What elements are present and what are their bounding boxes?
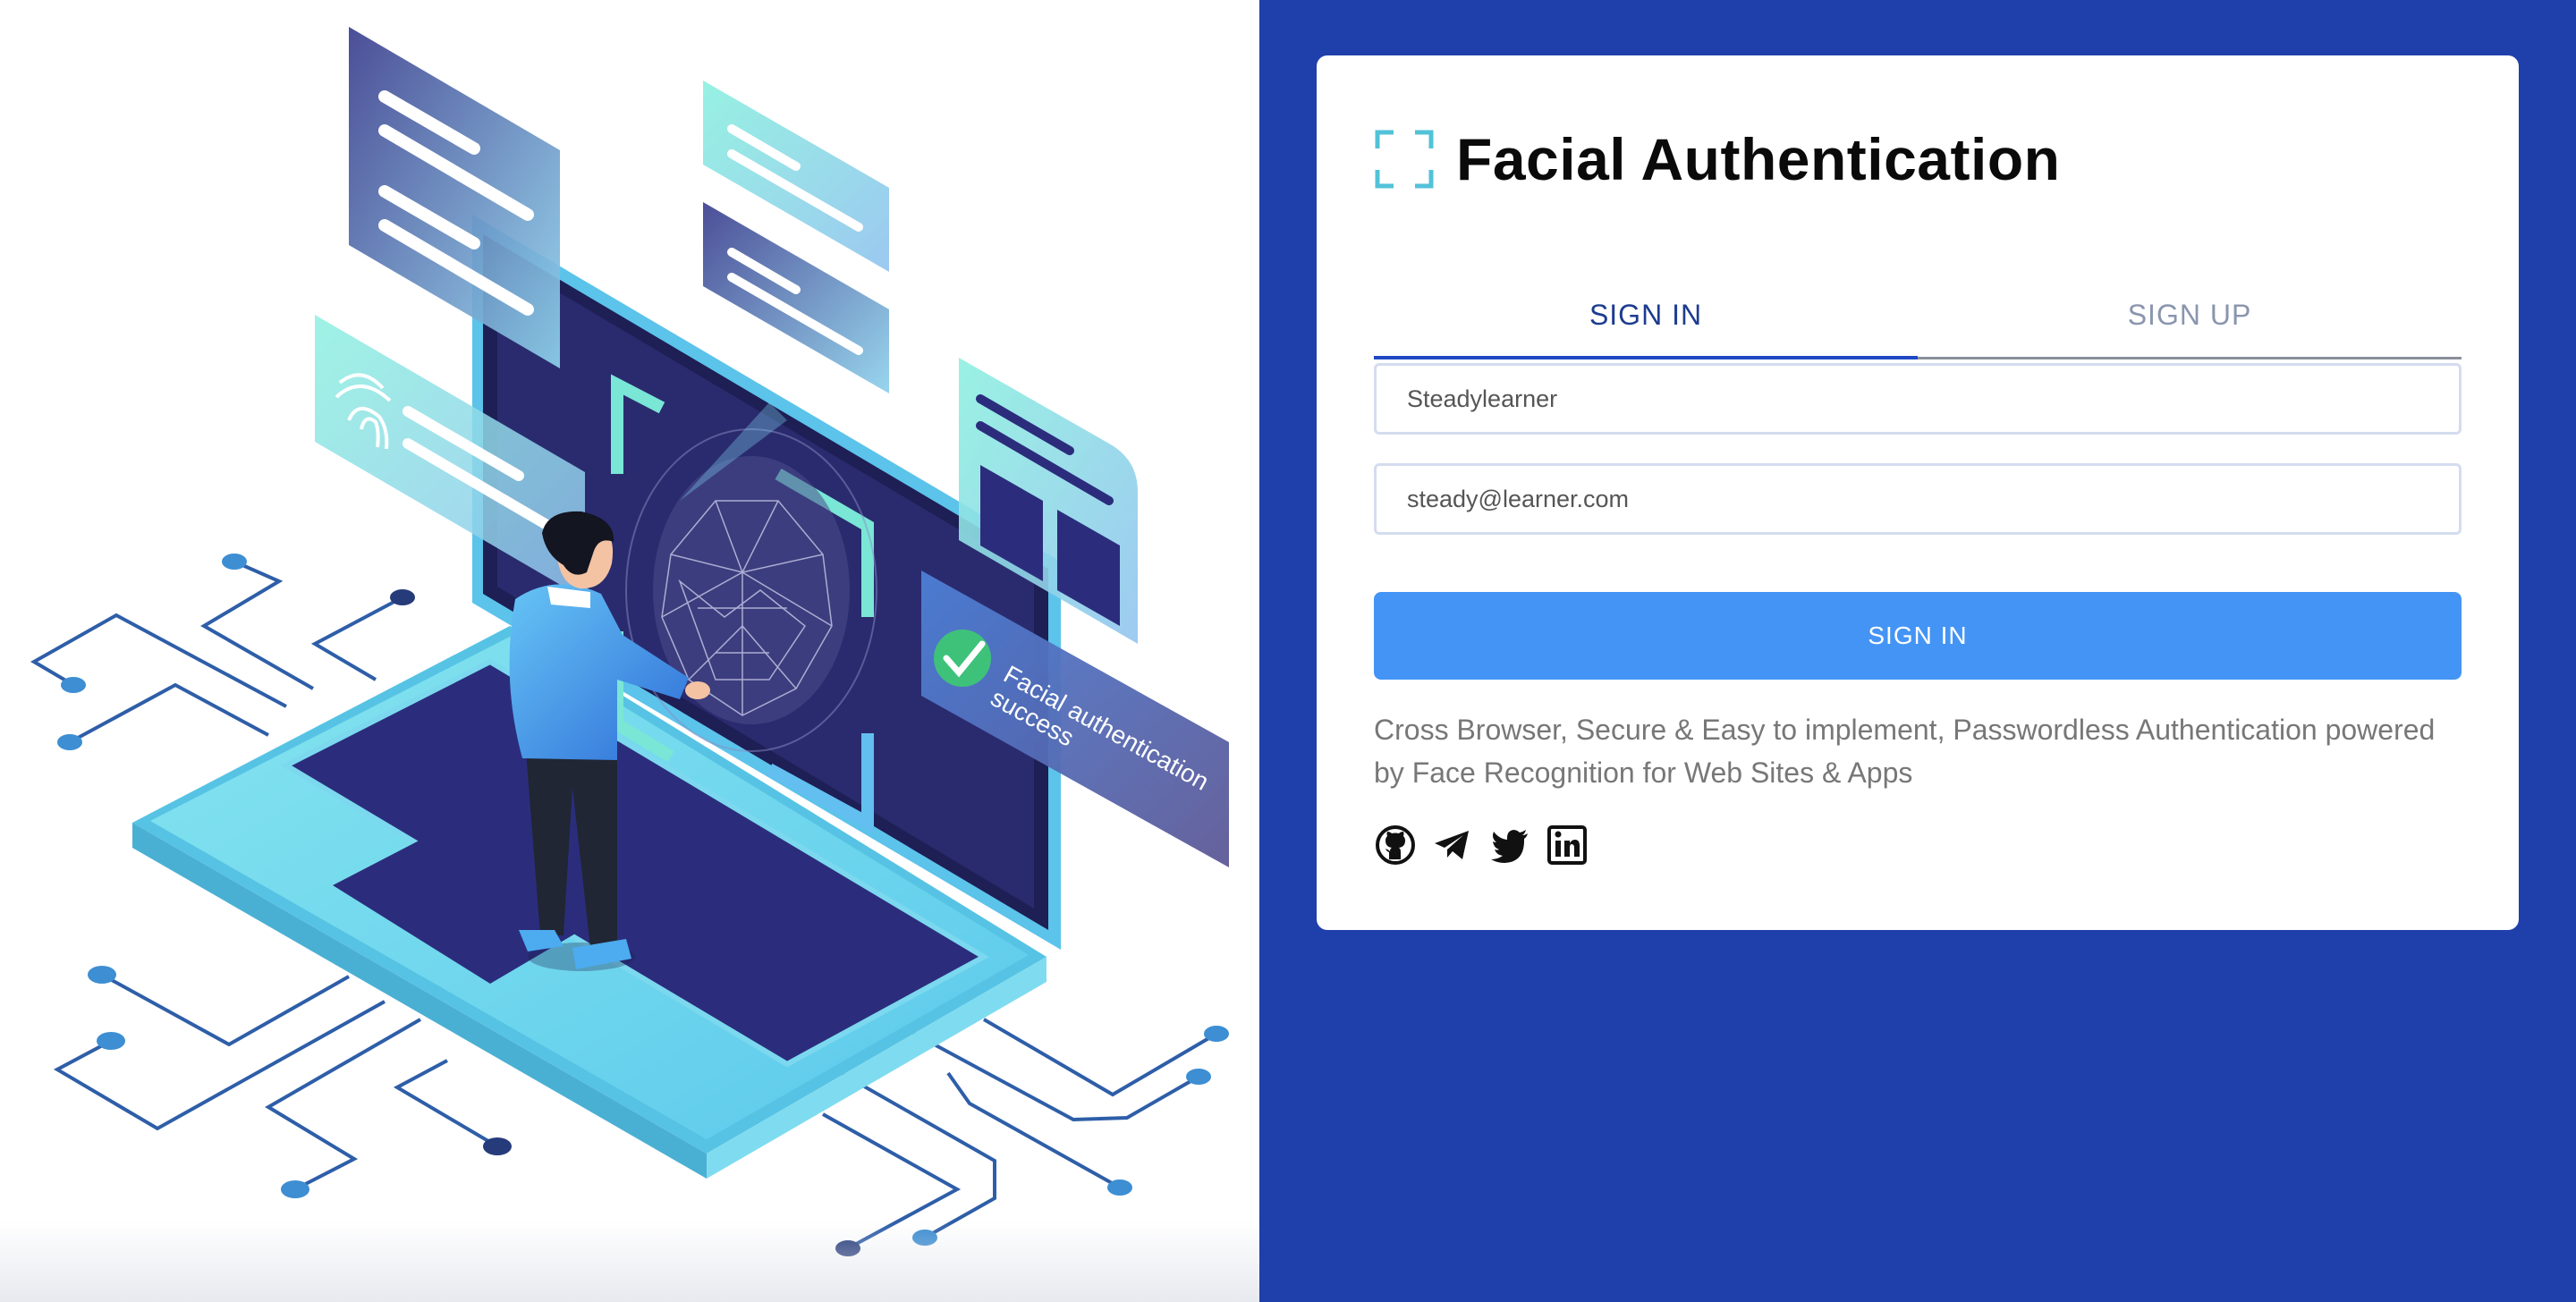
product-tagline: Cross Browser, Secure & Easy to implemen… (1374, 714, 2436, 789)
app-title: Facial Authentication (1456, 126, 2061, 192)
telegram-icon[interactable] (1431, 824, 1474, 867)
tab-sign-up[interactable]: SIGN UP (1918, 274, 2462, 359)
social-links (1374, 823, 1603, 867)
face-scan-frame-icon (1375, 130, 1434, 189)
hero-illustration-panel: Facial authentication success (0, 0, 1259, 1302)
sign-in-button[interactable]: SIGN IN (1374, 592, 2462, 680)
username-input[interactable] (1374, 363, 2462, 435)
twitter-icon[interactable] (1488, 824, 1531, 867)
checkmark-icon (934, 630, 991, 687)
auth-tabs: SIGN IN SIGN UP (1374, 274, 2462, 359)
email-input[interactable] (1374, 463, 2462, 535)
linkedin-icon[interactable] (1546, 824, 1589, 867)
brand-header: Facial Authentication (1374, 118, 2060, 200)
auth-card: Facial Authentication SIGN IN SIGN UP SI… (1317, 55, 2519, 930)
tab-sign-in[interactable]: SIGN IN (1374, 274, 1918, 359)
github-icon[interactable] (1374, 824, 1417, 867)
floor-shadow (0, 1222, 1259, 1302)
face-recognition-laptop-illustration: Facial authentication success (30, 27, 1229, 1256)
floating-panel-top-left (349, 27, 560, 368)
